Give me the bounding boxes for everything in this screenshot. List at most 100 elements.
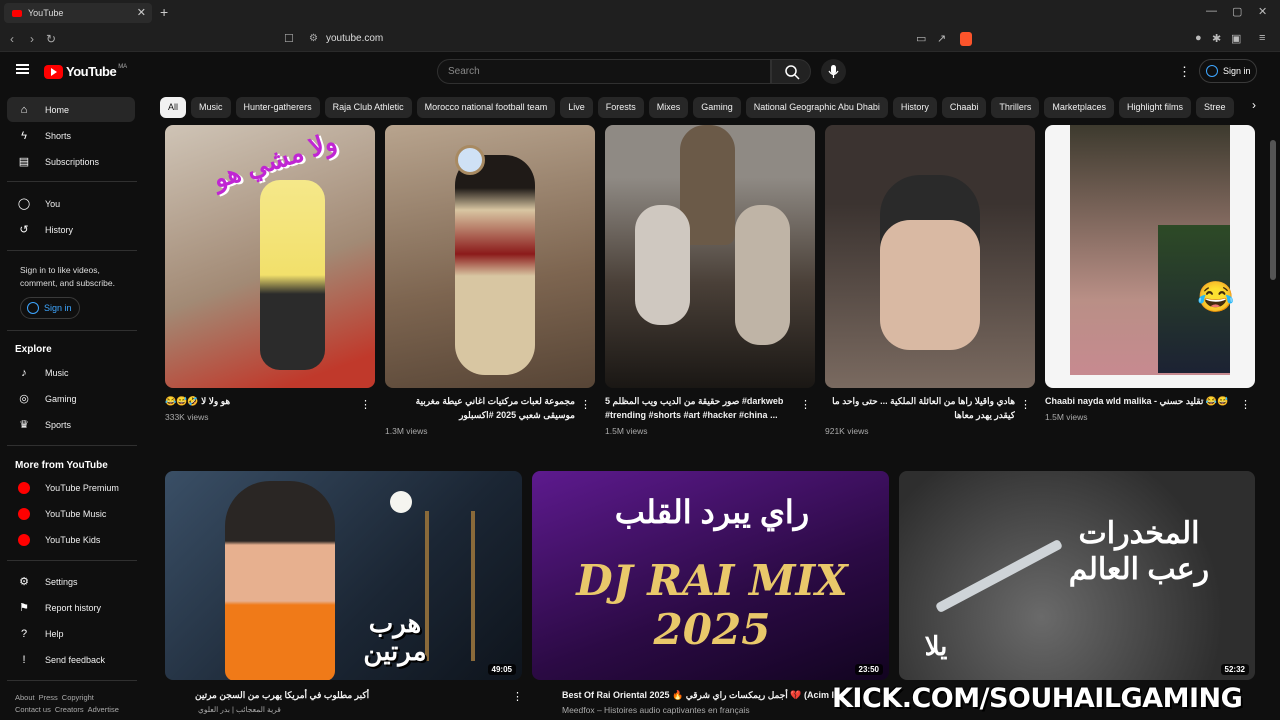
sidebar-item-shorts[interactable]: ϟ Shorts xyxy=(7,123,135,148)
sidebar-item-youtube-premium[interactable]: YouTube Premium xyxy=(7,475,135,500)
minimize-icon[interactable]: — xyxy=(1206,5,1217,17)
video-thumbnail[interactable]: راي يبرد القلب DJ RAI MIX 2025 23:50 xyxy=(532,471,889,680)
search-button[interactable] xyxy=(771,59,811,84)
thumbnail-overlay-text: هرب مرتين xyxy=(363,608,427,666)
video-title[interactable]: Best Of Rai Oriental 2025 🔥 أجمل ريمكسات… xyxy=(562,688,852,702)
brave-shield-icon[interactable] xyxy=(960,32,972,46)
back-icon[interactable]: ‹ xyxy=(10,32,14,46)
sign-in-button[interactable]: Sign in xyxy=(1199,59,1257,83)
more-actions-icon[interactable]: ⋮ xyxy=(580,398,591,411)
voice-search-button[interactable] xyxy=(821,59,846,84)
chevron-right-icon[interactable]: › xyxy=(1244,98,1264,118)
short-title[interactable]: مجموعة لعبات مركتيات اغاني عيطة مغربية م… xyxy=(385,394,575,422)
short-thumbnail[interactable] xyxy=(385,125,595,388)
chip[interactable]: Thrillers xyxy=(991,97,1040,118)
channel-name[interactable]: Meedfox – Histoires audio captivantes en… xyxy=(562,705,750,715)
reload-icon[interactable]: ↻ xyxy=(46,32,56,46)
signin-note: Sign in to like videos, comment, and sub… xyxy=(20,265,115,288)
chip[interactable]: Morocco national football team xyxy=(416,97,556,118)
chip[interactable]: Live xyxy=(560,97,593,118)
more-actions-icon[interactable]: ⋮ xyxy=(800,398,811,411)
short-title[interactable]: Chaabi nayda wld malika - تقليد حسني 😂😅 xyxy=(1045,394,1235,408)
cast-icon[interactable]: ▭ xyxy=(916,32,926,45)
browser-tab[interactable]: YouTube ✕ xyxy=(4,3,152,23)
wallet-icon[interactable]: ▣ xyxy=(1231,32,1241,45)
chip[interactable]: History xyxy=(892,97,937,118)
chip[interactable]: Gaming xyxy=(693,97,741,118)
sidebar-sign-in-button[interactable]: Sign in xyxy=(20,297,80,319)
chip[interactable]: National Geographic Abu Dhabi xyxy=(745,97,888,118)
url-field[interactable]: youtube.com xyxy=(326,33,383,44)
short-thumbnail[interactable] xyxy=(825,125,1035,388)
short-thumbnail[interactable]: 😂 xyxy=(1045,125,1255,388)
subscriptions-icon: ▤ xyxy=(18,156,30,168)
short-thumbnail[interactable]: ولا مشي هو xyxy=(165,125,375,388)
short-title[interactable]: 5 صور حقيقة من الديب ويب المظلم #darkweb… xyxy=(605,394,795,422)
chip[interactable]: Music xyxy=(191,97,231,118)
chip[interactable]: Marketplaces xyxy=(1044,97,1114,118)
chip[interactable]: Raja Club Athletic xyxy=(324,97,412,118)
browser-menu-icon[interactable]: ≡ xyxy=(1259,32,1265,44)
sidebar-item-music[interactable]: ♪ Music xyxy=(7,360,135,385)
more-actions-icon[interactable]: ⋮ xyxy=(512,690,523,703)
sidebar-item-subscriptions[interactable]: ▤ Subscriptions xyxy=(7,149,135,174)
short-thumbnail[interactable] xyxy=(605,125,815,388)
sidebar-item-youtube-music[interactable]: YouTube Music xyxy=(7,501,135,526)
footer-link-about[interactable]: About xyxy=(15,693,35,702)
sidebar-item-history[interactable]: ↺ History xyxy=(7,217,135,242)
leo-icon[interactable]: ● xyxy=(1195,32,1202,44)
chip[interactable]: Chaabi xyxy=(941,97,987,118)
flag-icon: ⚑ xyxy=(19,602,29,614)
short-title[interactable]: هادي واقيلا راها من العائلة الملكية ... … xyxy=(825,394,1015,422)
search-input[interactable]: Search xyxy=(437,59,771,84)
chip[interactable]: Hunter-gatherers xyxy=(235,97,320,118)
bookmark-icon[interactable]: ☐ xyxy=(284,32,294,45)
sidebar-item-help[interactable]: ? Help xyxy=(7,621,135,646)
close-window-icon[interactable]: ✕ xyxy=(1258,5,1267,18)
sidebar-item-youtube-kids[interactable]: YouTube Kids xyxy=(7,527,135,552)
logo-text: YouTube xyxy=(66,64,117,79)
chip[interactable]: Highlight films xyxy=(1118,97,1191,118)
more-actions-icon[interactable]: ⋮ xyxy=(1020,398,1031,411)
forward-icon[interactable]: › xyxy=(30,32,34,46)
more-actions-icon[interactable]: ⋮ xyxy=(360,398,371,411)
sidebar-item-label: Help xyxy=(45,628,64,639)
maximize-icon[interactable]: ▢ xyxy=(1232,5,1242,18)
chip[interactable]: Stree xyxy=(1195,97,1234,118)
share-icon[interactable]: ↗ xyxy=(937,32,946,45)
browser-tab-bar: YouTube ✕ + — ▢ ✕ xyxy=(0,0,1280,26)
sidebar-item-settings[interactable]: ⚙ Settings xyxy=(7,569,135,594)
sidebar-item-label: YouTube Kids xyxy=(45,534,101,545)
page-scrollbar[interactable] xyxy=(1270,140,1276,280)
settings-kebab-icon[interactable]: ⋮ xyxy=(1178,64,1191,80)
chip[interactable]: Mixes xyxy=(648,97,689,118)
sidebar-item-home[interactable]: ⌂ Home xyxy=(7,97,135,122)
channel-name[interactable]: قرية المعجائب | بدر العلوي xyxy=(198,705,281,714)
short-title[interactable]: 😂😅🤣 هو ولا لا xyxy=(165,394,355,408)
sidebar-item-sports[interactable]: ♛ Sports xyxy=(7,412,135,437)
new-tab-button[interactable]: + xyxy=(160,4,168,20)
close-tab-icon[interactable]: ✕ xyxy=(137,6,146,19)
sidebar-item-send-feedback[interactable]: ! Send feedback xyxy=(7,647,135,672)
video-title[interactable]: أكبر مطلوب في أمريكا يهرب من السجن مرتين xyxy=(195,688,505,702)
video-thumbnail[interactable]: هرب مرتين 49:05 xyxy=(165,471,522,680)
footer-link-advertise[interactable]: Advertise xyxy=(88,705,119,714)
video-duration: 23:50 xyxy=(854,664,883,675)
site-settings-icon[interactable]: ⚙ xyxy=(309,33,318,44)
music-icon: ♪ xyxy=(21,366,27,379)
chip-all[interactable]: All xyxy=(160,97,187,118)
divider xyxy=(7,560,137,561)
menu-icon[interactable] xyxy=(16,64,29,74)
extensions-icon[interactable]: ✱ xyxy=(1212,32,1221,45)
sidebar-item-you[interactable]: ◯ You xyxy=(7,191,135,216)
footer-link-creators[interactable]: Creators xyxy=(55,705,84,714)
video-thumbnail[interactable]: المخدرات رعب العالم يلا 52:32 xyxy=(899,471,1255,680)
sidebar-item-gaming[interactable]: ◎ Gaming xyxy=(7,386,135,411)
footer-link-copyright[interactable]: Copyright xyxy=(62,693,94,702)
youtube-logo[interactable]: YouTube MA xyxy=(44,64,127,79)
footer-link-press[interactable]: Press xyxy=(39,693,58,702)
sidebar-item-report-history[interactable]: ⚑ Report history xyxy=(7,595,135,620)
more-actions-icon[interactable]: ⋮ xyxy=(1240,398,1251,411)
footer-link-contact[interactable]: Contact us xyxy=(15,705,51,714)
chip[interactable]: Forests xyxy=(597,97,644,118)
